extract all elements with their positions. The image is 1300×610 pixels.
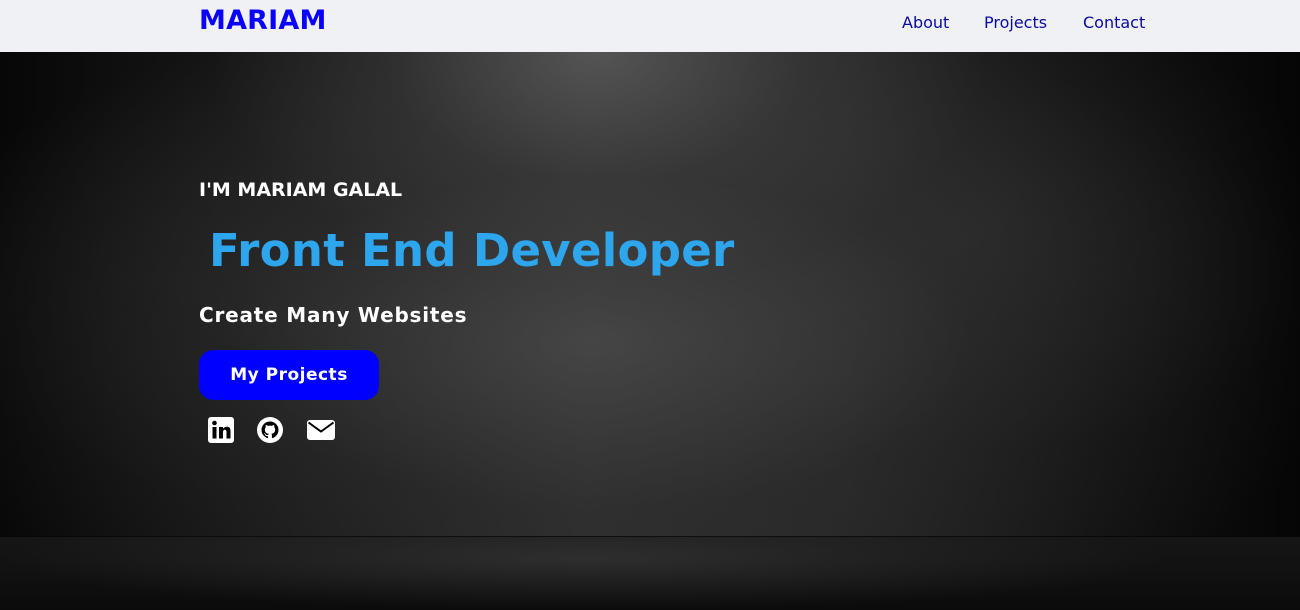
brand-logo[interactable]: MARIAM: [199, 5, 327, 36]
my-projects-button[interactable]: My Projects: [199, 350, 379, 400]
hero-tagline: Create Many Websites: [199, 303, 468, 327]
hero-content: I'M MARIAM GALAL Front End Developer Cre…: [199, 52, 899, 610]
hero-intro: I'M MARIAM GALAL: [199, 179, 403, 201]
nav-links: About Projects Contact: [880, 0, 1170, 52]
hero-role-title: Front End Developer: [209, 224, 735, 277]
mail-icon[interactable]: [306, 416, 336, 444]
nav-link-contact[interactable]: Contact: [1083, 13, 1145, 32]
linkedin-icon[interactable]: [207, 416, 235, 444]
nav-link-projects[interactable]: Projects: [984, 13, 1047, 32]
navbar: MARIAM About Projects Contact: [0, 0, 1300, 52]
nav-link-about[interactable]: About: [902, 13, 949, 32]
social-links: [207, 416, 347, 444]
hero-section: I'M MARIAM GALAL Front End Developer Cre…: [0, 52, 1300, 610]
github-icon[interactable]: [256, 416, 284, 444]
